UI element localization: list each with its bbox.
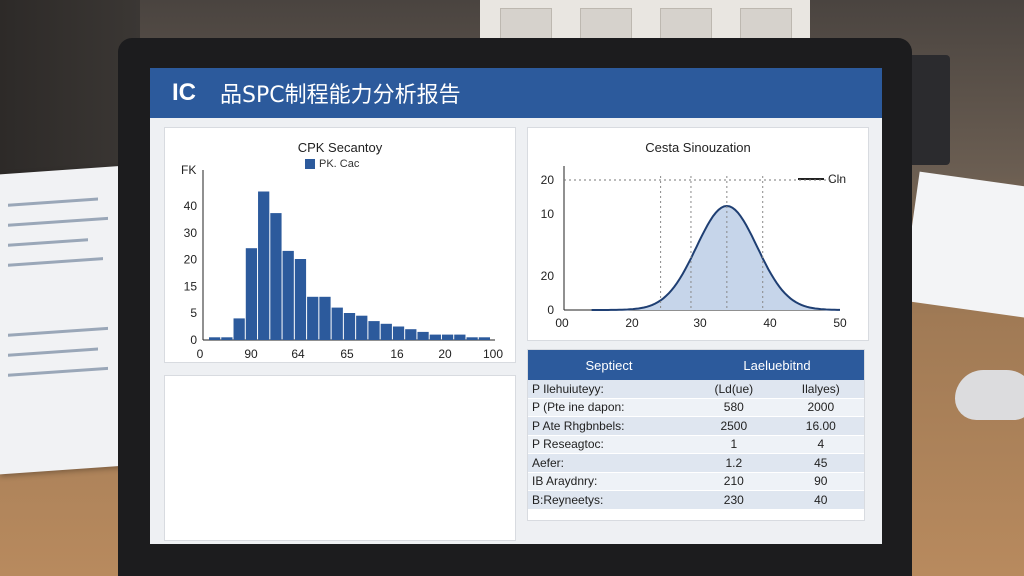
table-row: P (Pte ine dapon: 580 2000 [528,398,864,417]
y-axis-title: FK [181,163,196,177]
histogram-bar [294,259,307,340]
histogram-bar [270,213,282,340]
row-value: 1.2 [690,453,778,473]
statistics-table-panel: Septiect Laeluebitnd P Ilehuiuteyy: (Ld(u… [528,350,864,520]
row-label: P Ilehuiuteyy: [528,380,690,399]
histogram-bar [331,307,343,340]
row-value: 40 [777,490,864,510]
histogram-bar [245,248,258,340]
row-label: P Ate Rhgbnbels: [528,416,690,436]
histogram-bar [441,334,454,340]
histogram-chart: FK 40 30 20 15 5 00 90 64 65 16 20 100 [181,163,503,361]
histogram-bar [233,318,245,340]
row-label: B:Reyneetys: [528,490,690,510]
histogram-bar [405,329,417,340]
y-tick-label: 0 [190,333,197,347]
histogram-bar [368,321,380,340]
histogram-bar [392,326,405,340]
histogram-bar [209,337,221,340]
histogram-bar [307,296,319,340]
x-tick-label: 100 [483,347,503,361]
row-label: P Reseagtoc: [528,435,690,454]
y-tick-label: 40 [184,199,198,213]
row-value: 45 [777,453,864,473]
histogram-bar [454,334,466,340]
row-value: 2500 [690,416,778,436]
x-tick-label: 16 [390,347,404,361]
x-tick-label: 40 [763,316,777,330]
distribution-panel: Cesta Sinouzation Cln 20 10 20 0 00 20 30 40 50 [528,128,868,340]
x-tick-label: 50 [833,316,847,330]
logo: IC [172,79,196,106]
y-tick-label: 20 [541,269,555,283]
table-row: P Reseagtoc: 1 4 [528,435,864,454]
y-tick-label: 20 [541,173,555,187]
row-value: 230 [690,490,778,510]
x-tick-label: 00 [555,316,569,330]
x-tick-label: 20 [438,347,452,361]
table-row: IB Araydnry: 210 90 [528,472,864,491]
histogram-bar [319,296,331,340]
y-tick-label: 30 [184,226,198,240]
row-value: 90 [777,472,864,491]
report-title: 品SPC制程能力分析报告 [220,83,461,108]
laptop-screen: IC 品SPC制程能力分析报告 CPK Secantoy PK. Cac FK 4… [150,68,882,544]
row-value: 4 [777,435,864,454]
histogram-bar [478,337,490,340]
histogram-panel: CPK Secantoy PK. Cac FK 40 30 20 15 5 0 0 90 64 65… [165,128,515,362]
histogram-bar [466,337,478,340]
row-label: Aefer: [528,453,690,473]
histogram-bar [282,250,294,340]
x-tick-label: 20 [625,316,639,330]
background-papers [0,165,125,475]
y-tick-label: 15 [184,279,198,293]
report-header: IC 品SPC制程能力分析报告 [150,68,882,118]
row-value: 1 [690,435,778,454]
table-header-result: Laeluebitnd [690,350,864,380]
histogram-bar [258,191,270,340]
histogram-bar [221,337,233,340]
row-value: 2000 [777,398,864,417]
row-label: P (Pte ine dapon: [528,398,690,417]
histogram-bar [356,315,368,340]
y-tick-label: 10 [541,207,555,221]
row-value: 580 [690,398,778,417]
table-row: B:Reyneetys: 230 40 [528,490,864,510]
x-tick-label: 90 [244,347,258,361]
row-label: IB Araydnry: [528,472,690,491]
background-papers-right [901,171,1024,319]
row-value: (Ld(ue) [690,380,778,399]
table-header-subject: Septiect [528,350,690,380]
y-tick-label: 5 [190,306,197,320]
x-tick-label: 30 [693,316,707,330]
distribution-chart: 20 10 20 000 20 30 40 50 [541,166,847,330]
row-value: Ilalyes) [777,380,864,399]
histogram-bar [417,331,429,340]
row-value: 16.00 [777,416,864,436]
y-tick-label: 0 [547,303,554,317]
table-row: P Ate Rhgbnbels: 2500 16.00 [528,416,864,436]
y-tick-label: 20 [184,253,198,267]
empty-panel [165,376,515,540]
background-mouse [955,370,1024,420]
distribution-fill [591,206,840,310]
statistics-table: Septiect Laeluebitnd P Ilehuiuteyy: (Ld(u… [528,350,864,510]
table-header-row: Septiect Laeluebitnd [528,350,864,380]
x-tick-label: 64 [291,347,305,361]
row-value: 210 [690,472,778,491]
histogram-bar [429,334,441,340]
x-tick-label: 65 [340,347,354,361]
histogram-bar [380,323,392,340]
histogram-bar [343,313,356,340]
x-tick-label: 0 [197,347,204,361]
table-row: P Ilehuiuteyy: (Ld(ue) Ilalyes) [528,380,864,399]
table-row: Aefer: 1.2 45 [528,453,864,473]
